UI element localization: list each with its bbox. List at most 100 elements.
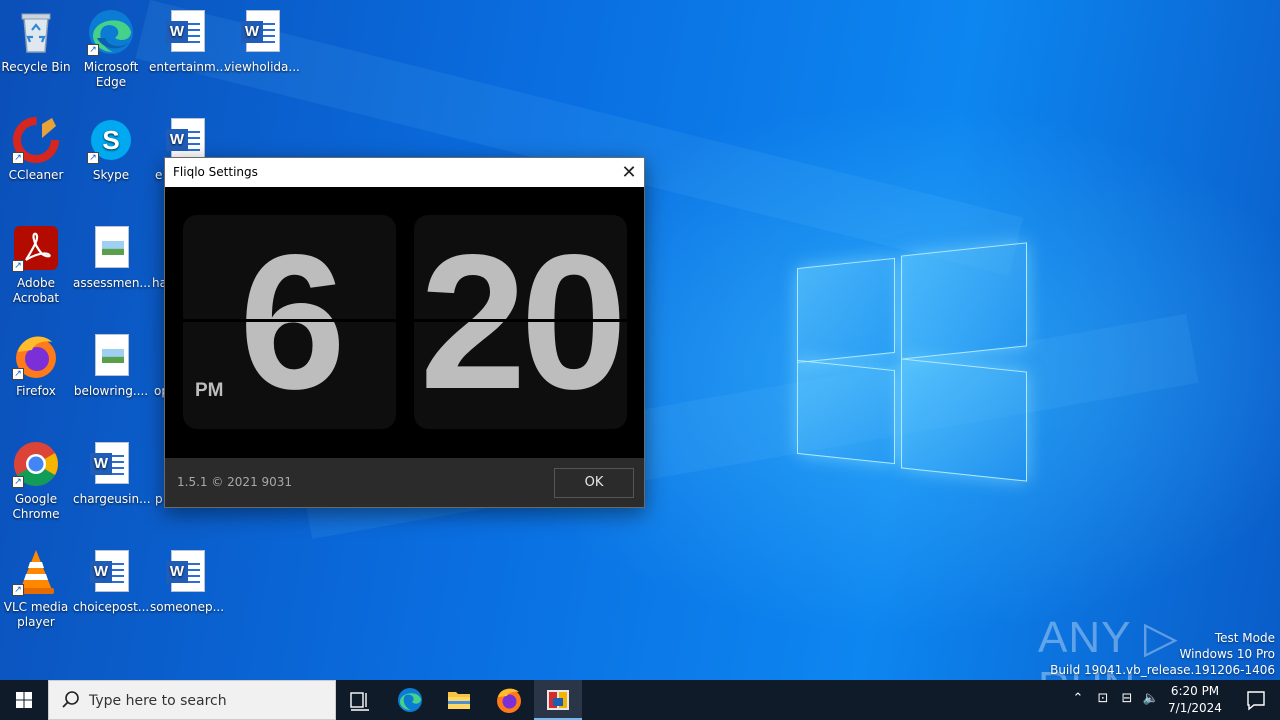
document-page (95, 334, 129, 376)
desktop-icon-vlc[interactable]: ↗ VLC media player (0, 548, 74, 630)
test-mode-watermark: Test Mode Windows 10 Pro Build 19041.vb_… (1050, 630, 1275, 678)
firefox-icon: ↗ (12, 332, 60, 380)
edge-icon (398, 688, 422, 712)
tray-app-icon[interactable]: ⊡ (1094, 691, 1112, 706)
svg-text:S: S (102, 125, 119, 155)
word-doc-icon: W (87, 548, 135, 596)
desktop-icon-file[interactable]: W choicepost... (73, 548, 149, 615)
desktop-icon-file[interactable]: belowring.... (73, 332, 149, 399)
document-page: W (241, 10, 280, 52)
taskbar-fliqlo[interactable] (534, 680, 582, 720)
desktop-icon-file[interactable]: W someonep... (149, 548, 225, 615)
shortcut-arrow-icon: ↗ (12, 152, 24, 164)
word-doc-icon: W (163, 548, 211, 596)
edge-icon: ↗ (87, 8, 135, 56)
shortcut-arrow-icon: ↗ (12, 368, 24, 380)
taskbar-file-explorer[interactable] (435, 680, 483, 720)
acrobat-icon: ↗ (12, 224, 60, 272)
desktop-icon-label: someonep... (149, 600, 225, 614)
desktop-icon-label: viewholida... (224, 60, 300, 74)
desktop-icon-label: chargeusin... (73, 492, 151, 506)
desktop-icon-label: assessmen... (73, 276, 151, 290)
desktop-icon-recycle-bin[interactable]: Recycle Bin (0, 8, 74, 75)
show-hidden-icons-chevron-up-icon[interactable]: ⌃ (1070, 691, 1086, 706)
logo-pane (797, 257, 895, 364)
thumbnail (102, 349, 124, 363)
document-page (95, 226, 129, 268)
dialog-title: Fliqlo Settings (173, 165, 258, 179)
volume-icon[interactable]: 🔈 (1142, 691, 1160, 706)
taskbar-edge[interactable] (386, 680, 434, 720)
word-doc-icon: W (87, 440, 135, 488)
action-center-button[interactable] (1232, 680, 1280, 720)
close-button[interactable]: ✕ (614, 158, 644, 187)
desktop-icon-label: Firefox (16, 384, 56, 398)
desktop-icon-adobe-acrobat[interactable]: ↗ Adobe Acrobat (0, 224, 74, 306)
shortcut-arrow-icon: ↗ (12, 584, 24, 596)
desktop-icon-file[interactable]: W viewholida... (224, 8, 300, 75)
taskbar-clock-time[interactable]: 6:20 PM (1164, 684, 1226, 698)
desktop-icon-file[interactable]: W entertainm... (149, 8, 228, 75)
desktop-icon-google-chrome[interactable]: ↗ Google Chrome (0, 440, 74, 522)
ok-button[interactable]: OK (554, 468, 634, 498)
shortcut-arrow-icon: ↗ (12, 260, 24, 272)
desktop-icon-label: Adobe Acrobat (12, 276, 60, 305)
flip-clock-preview: 6 PM 20 (165, 187, 644, 458)
desktop-icon-file[interactable]: W chargeusin... (73, 440, 151, 507)
start-button[interactable] (0, 680, 48, 720)
network-icon[interactable]: ⊟ (1118, 691, 1136, 706)
word-doc-icon: W (163, 8, 211, 56)
taskbar: Type here to search ⌃ ⊡ ⊟ 🔈 6:20 PM 7/1/… (0, 680, 1280, 720)
thumbnail (102, 241, 124, 255)
logo-pane (901, 358, 1027, 482)
version-text: 1.5.1 © 2021 9031 (177, 475, 293, 489)
desktop-icon-file[interactable]: assessmen... (73, 224, 151, 291)
desktop-icon-label: Recycle Bin (1, 60, 71, 74)
windows-start-icon (16, 692, 32, 708)
minute-digits: 20 (419, 215, 627, 429)
document-page: W (90, 550, 129, 592)
document-page: W (90, 442, 129, 484)
desktop-icon-label: Skype (92, 168, 130, 182)
shortcut-arrow-icon: ↗ (87, 152, 99, 164)
ccleaner-icon: ↗ (12, 116, 60, 164)
document-page: W (166, 118, 205, 160)
desktop-icon-microsoft-edge[interactable]: ↗ Microsoft Edge (73, 8, 149, 90)
vlc-icon: ↗ (12, 548, 60, 596)
desktop-icon-skype[interactable]: S ↗ Skype (73, 116, 149, 183)
task-view-button[interactable] (336, 680, 384, 720)
image-file-icon (87, 224, 135, 272)
ampm-label: PM (195, 380, 224, 401)
firefox-icon (497, 688, 521, 713)
taskbar-clock-date[interactable]: 7/1/2024 (1164, 701, 1226, 715)
card-split-line (183, 319, 396, 322)
dialog-titlebar[interactable]: Fliqlo Settings ✕ (165, 158, 644, 187)
minute-card: 20 (414, 215, 627, 429)
windows-edition-line: Windows 10 Pro (1179, 647, 1275, 661)
task-view-icon (350, 692, 369, 711)
fliqlo-icon (547, 690, 569, 710)
desktop-icon-label: CCleaner (8, 168, 64, 182)
desktop-icon-ccleaner[interactable]: ↗ CCleaner (0, 116, 74, 183)
logo-pane (901, 242, 1027, 360)
document-page: W (166, 550, 205, 592)
shortcut-arrow-icon: ↗ (12, 476, 24, 488)
chrome-icon: ↗ (12, 440, 60, 488)
desktop-icon-label: choicepost... (73, 600, 150, 614)
search-placeholder: Type here to search (89, 693, 227, 709)
desktop-icon-label: entertainm... (149, 60, 228, 74)
card-split-line (414, 319, 627, 322)
desktop-icon-label: Microsoft Edge (83, 60, 139, 89)
taskbar-firefox[interactable] (485, 680, 533, 720)
logo-pane (797, 359, 895, 465)
test-mode-line: Test Mode (1214, 631, 1275, 645)
taskbar-search-box[interactable]: Type here to search (48, 680, 336, 720)
build-line: Build 19041.vb_release.191206-1406 (1050, 663, 1275, 677)
desktop-icon-label: Google Chrome (12, 492, 60, 521)
image-file-icon (87, 332, 135, 380)
skype-icon: S ↗ (87, 116, 135, 164)
document-page: W (166, 10, 205, 52)
fliqlo-settings-dialog: Fliqlo Settings ✕ 6 PM 20 1.5.1 © 2021 9… (164, 157, 645, 508)
notification-icon (1247, 691, 1265, 711)
desktop-icon-firefox[interactable]: ↗ Firefox (0, 332, 74, 399)
